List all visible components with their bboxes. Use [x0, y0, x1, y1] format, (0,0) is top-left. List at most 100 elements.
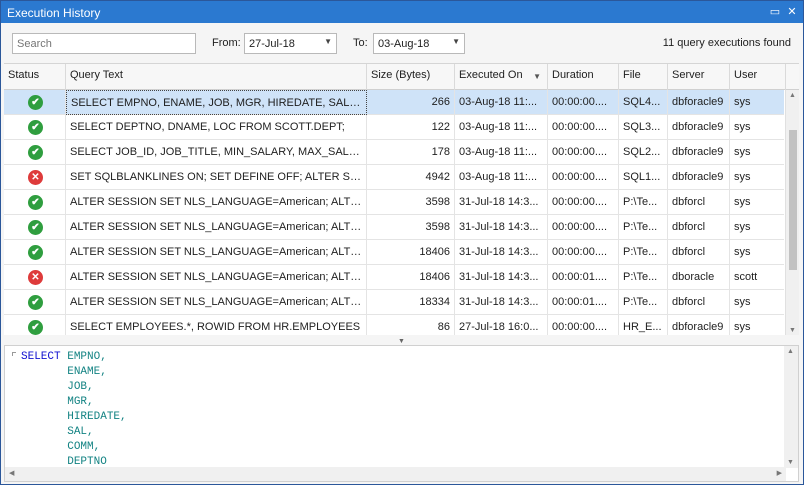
column-header-executed-on[interactable]: Executed On ▼ — [455, 64, 548, 90]
cell-executed-on[interactable]: 31-Jul-18 14:3... — [455, 215, 548, 240]
cell-status[interactable]: ✔ — [4, 140, 66, 165]
cell-status[interactable]: ✔ — [4, 90, 66, 115]
cell-user[interactable]: scott — [730, 265, 786, 290]
cell-user[interactable]: sys — [730, 115, 786, 140]
column-header-duration[interactable]: Duration — [548, 64, 619, 90]
cell-status[interactable]: ✕ — [4, 165, 66, 190]
scroll-up-icon[interactable]: ▲ — [787, 348, 794, 355]
cell-server[interactable]: dbforacle9 — [668, 90, 730, 115]
table-row[interactable]: ✔ SELECT EMPNO, ENAME, JOB, MGR, HIREDATE… — [4, 90, 786, 115]
cell-executed-on[interactable]: 31-Jul-18 14:3... — [455, 265, 548, 290]
cell-size[interactable]: 3598 — [367, 215, 455, 240]
cell-file[interactable]: P:\Te... — [619, 190, 668, 215]
cell-executed-on[interactable]: 31-Jul-18 14:3... — [455, 290, 548, 315]
cell-executed-on[interactable]: 03-Aug-18 11:... — [455, 140, 548, 165]
cell-duration[interactable]: 00:00:00.... — [548, 190, 619, 215]
cell-status[interactable]: ✔ — [4, 215, 66, 240]
cell-duration[interactable]: 00:00:00.... — [548, 115, 619, 140]
table-row[interactable]: ✕ SET SQLBLANKLINES ON; SET DEFINE OFF; A… — [4, 165, 786, 190]
cell-query-text[interactable]: SELECT EMPLOYEES.*, ROWID FROM HR.EMPLOY… — [66, 315, 367, 335]
cell-duration[interactable]: 00:00:00.... — [548, 165, 619, 190]
cell-status[interactable]: ✔ — [4, 315, 66, 335]
cell-duration[interactable]: 00:00:00.... — [548, 215, 619, 240]
cell-query-text[interactable]: SET SQLBLANKLINES ON; SET DEFINE OFF; AL… — [66, 165, 367, 190]
cell-server[interactable]: dbforacle9 — [668, 165, 730, 190]
cell-status[interactable]: ✔ — [4, 115, 66, 140]
scroll-thumb[interactable] — [789, 130, 797, 270]
cell-size[interactable]: 18406 — [367, 240, 455, 265]
cell-status[interactable]: ✔ — [4, 290, 66, 315]
cell-server[interactable]: dbforacle9 — [668, 115, 730, 140]
cell-file[interactable]: SQL2... — [619, 140, 668, 165]
column-header-query-text[interactable]: Query Text — [66, 64, 367, 90]
cell-file[interactable]: SQL1... — [619, 165, 668, 190]
scroll-up-icon[interactable]: ▲ — [789, 92, 796, 99]
table-row[interactable]: ✔ ALTER SESSION SET NLS_LANGUAGE=American… — [4, 240, 786, 265]
cell-file[interactable]: P:\Te... — [619, 290, 668, 315]
cell-executed-on[interactable]: 31-Jul-18 14:3... — [455, 190, 548, 215]
cell-server[interactable]: dbforcl — [668, 190, 730, 215]
cell-duration[interactable]: 00:00:00.... — [548, 240, 619, 265]
cell-executed-on[interactable]: 27-Jul-18 16:0... — [455, 315, 548, 335]
cell-query-text[interactable]: ALTER SESSION SET NLS_LANGUAGE=American;… — [66, 215, 367, 240]
cell-status[interactable]: ✕ — [4, 265, 66, 290]
cell-query-text[interactable]: ALTER SESSION SET NLS_LANGUAGE=American;… — [66, 240, 367, 265]
to-date-picker[interactable]: 03-Aug-18 ▼ — [373, 33, 465, 54]
cell-query-text[interactable]: SELECT EMPNO, ENAME, JOB, MGR, HIREDATE,… — [66, 90, 367, 115]
from-date-picker[interactable]: 27-Jul-18 ▼ — [244, 33, 337, 54]
cell-duration[interactable]: 00:00:01.... — [548, 290, 619, 315]
cell-user[interactable]: sys — [730, 190, 786, 215]
cell-user[interactable]: sys — [730, 165, 786, 190]
cell-duration[interactable]: 00:00:01.... — [548, 265, 619, 290]
column-header-size[interactable]: Size (Bytes) — [367, 64, 455, 90]
cell-file[interactable]: P:\Te... — [619, 240, 668, 265]
cell-size[interactable]: 86 — [367, 315, 455, 335]
fold-marker-icon[interactable] — [12, 352, 16, 356]
cell-executed-on[interactable]: 03-Aug-18 11:... — [455, 165, 548, 190]
column-header-file[interactable]: File — [619, 64, 668, 90]
cell-size[interactable]: 178 — [367, 140, 455, 165]
sql-horizontal-scrollbar[interactable]: ◀ ▶ — [5, 467, 786, 481]
cell-query-text[interactable]: ALTER SESSION SET NLS_LANGUAGE=American;… — [66, 190, 367, 215]
cell-status[interactable]: ✔ — [4, 240, 66, 265]
cell-status[interactable]: ✔ — [4, 190, 66, 215]
cell-duration[interactable]: 00:00:00.... — [548, 315, 619, 335]
cell-server[interactable]: dbforacle9 — [668, 315, 730, 335]
cell-file[interactable]: SQL4... — [619, 90, 668, 115]
cell-query-text[interactable]: ALTER SESSION SET NLS_LANGUAGE=American;… — [66, 290, 367, 315]
restore-icon[interactable]: ▭ — [767, 4, 783, 20]
column-header-status[interactable]: Status — [4, 64, 66, 90]
table-row[interactable]: ✔ SELECT JOB_ID, JOB_TITLE, MIN_SALARY, M… — [4, 140, 786, 165]
cell-file[interactable]: P:\Te... — [619, 265, 668, 290]
scroll-right-icon[interactable]: ▶ — [777, 469, 782, 477]
cell-executed-on[interactable]: 03-Aug-18 11:... — [455, 90, 548, 115]
scroll-left-icon[interactable]: ◀ — [9, 469, 14, 477]
cell-query-text[interactable]: SELECT DEPTNO, DNAME, LOC FROM SCOTT.DEP… — [66, 115, 367, 140]
grid-vertical-scrollbar[interactable]: ▲ ▼ — [785, 90, 799, 335]
cell-executed-on[interactable]: 31-Jul-18 14:3... — [455, 240, 548, 265]
cell-executed-on[interactable]: 03-Aug-18 11:... — [455, 115, 548, 140]
cell-size[interactable]: 3598 — [367, 190, 455, 215]
cell-size[interactable]: 18334 — [367, 290, 455, 315]
cell-user[interactable]: sys — [730, 240, 786, 265]
cell-user[interactable]: sys — [730, 315, 786, 335]
cell-user[interactable]: sys — [730, 215, 786, 240]
cell-duration[interactable]: 00:00:00.... — [548, 90, 619, 115]
cell-query-text[interactable]: ALTER SESSION SET NLS_LANGUAGE=American;… — [66, 265, 367, 290]
cell-server[interactable]: dbforacle9 — [668, 140, 730, 165]
cell-size[interactable]: 18406 — [367, 265, 455, 290]
cell-duration[interactable]: 00:00:00.... — [548, 140, 619, 165]
cell-file[interactable]: P:\Te... — [619, 215, 668, 240]
table-row[interactable]: ✔ ALTER SESSION SET NLS_LANGUAGE=American… — [4, 215, 786, 240]
cell-size[interactable]: 266 — [367, 90, 455, 115]
pane-splitter[interactable]: ▼ — [4, 335, 799, 345]
cell-user[interactable]: sys — [730, 90, 786, 115]
scroll-down-icon[interactable]: ▼ — [787, 459, 794, 466]
table-row[interactable]: ✔ SELECT EMPLOYEES.*, ROWID FROM HR.EMPLO… — [4, 315, 786, 335]
table-row[interactable]: ✔ ALTER SESSION SET NLS_LANGUAGE=American… — [4, 290, 786, 315]
cell-file[interactable]: HR_E... — [619, 315, 668, 335]
cell-user[interactable]: sys — [730, 290, 786, 315]
table-row[interactable]: ✔ ALTER SESSION SET NLS_LANGUAGE=American… — [4, 190, 786, 215]
cell-file[interactable]: SQL3... — [619, 115, 668, 140]
column-header-server[interactable]: Server — [668, 64, 730, 90]
